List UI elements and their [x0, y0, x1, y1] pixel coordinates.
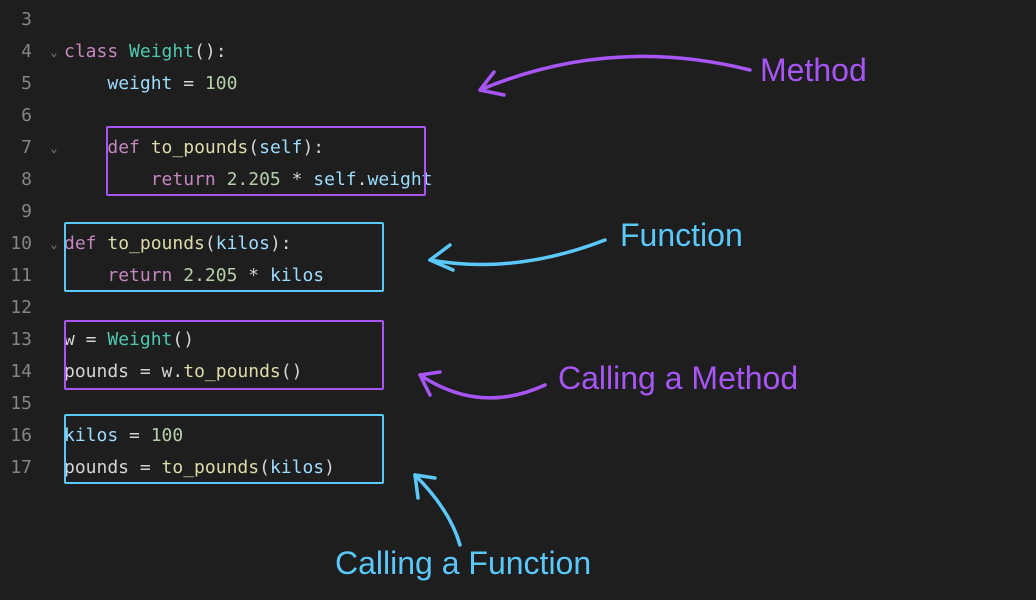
line-number: 13: [0, 324, 32, 356]
method-label: Method: [760, 52, 867, 89]
fold-toggle[interactable]: ⌄: [44, 36, 64, 68]
line-number: 10: [0, 228, 32, 260]
line-number: 14: [0, 356, 32, 388]
line-number: 9: [0, 196, 32, 228]
code-line: def to_pounds(kilos):: [64, 228, 1036, 260]
code-line: return 2.205 * kilos: [64, 260, 1036, 292]
line-number: 3: [0, 4, 32, 36]
code-line: def to_pounds(self):: [64, 132, 1036, 164]
code-line: [64, 4, 1036, 36]
line-number: 7: [0, 132, 32, 164]
code-line: kilos = 100: [64, 420, 1036, 452]
code-content[interactable]: class Weight(): weight = 100 def to_poun…: [64, 4, 1036, 484]
line-number: 15: [0, 388, 32, 420]
code-line: class Weight():: [64, 36, 1036, 68]
code-line: w = Weight(): [64, 324, 1036, 356]
call-method-label: Calling a Method: [558, 360, 798, 397]
line-number: 8: [0, 164, 32, 196]
line-number: 11: [0, 260, 32, 292]
line-number: 4: [0, 36, 32, 68]
code-line: [64, 196, 1036, 228]
code-editor: 3 4 5 6 7 8 9 10 11 12 13 14 15 16 17 ⌄ …: [0, 0, 1036, 484]
chevron-down-icon: ⌄: [50, 36, 57, 68]
line-number: 17: [0, 452, 32, 484]
code-line: pounds = to_pounds(kilos): [64, 452, 1036, 484]
line-number: 16: [0, 420, 32, 452]
fold-toggle[interactable]: ⌄: [44, 132, 64, 164]
code-line: pounds = w.to_pounds(): [64, 356, 1036, 388]
line-number: 6: [0, 100, 32, 132]
chevron-down-icon: ⌄: [50, 132, 57, 164]
fold-gutter: ⌄ ⌄ ⌄: [44, 4, 64, 484]
fold-toggle[interactable]: ⌄: [44, 228, 64, 260]
code-line: [64, 388, 1036, 420]
code-line: weight = 100: [64, 68, 1036, 100]
call-function-label: Calling a Function: [335, 545, 591, 582]
code-line: return 2.205 * self.weight: [64, 164, 1036, 196]
line-number-gutter: 3 4 5 6 7 8 9 10 11 12 13 14 15 16 17: [0, 4, 44, 484]
function-label: Function: [620, 217, 743, 254]
line-number: 12: [0, 292, 32, 324]
code-line: [64, 100, 1036, 132]
chevron-down-icon: ⌄: [50, 228, 57, 260]
code-line: [64, 292, 1036, 324]
line-number: 5: [0, 68, 32, 100]
